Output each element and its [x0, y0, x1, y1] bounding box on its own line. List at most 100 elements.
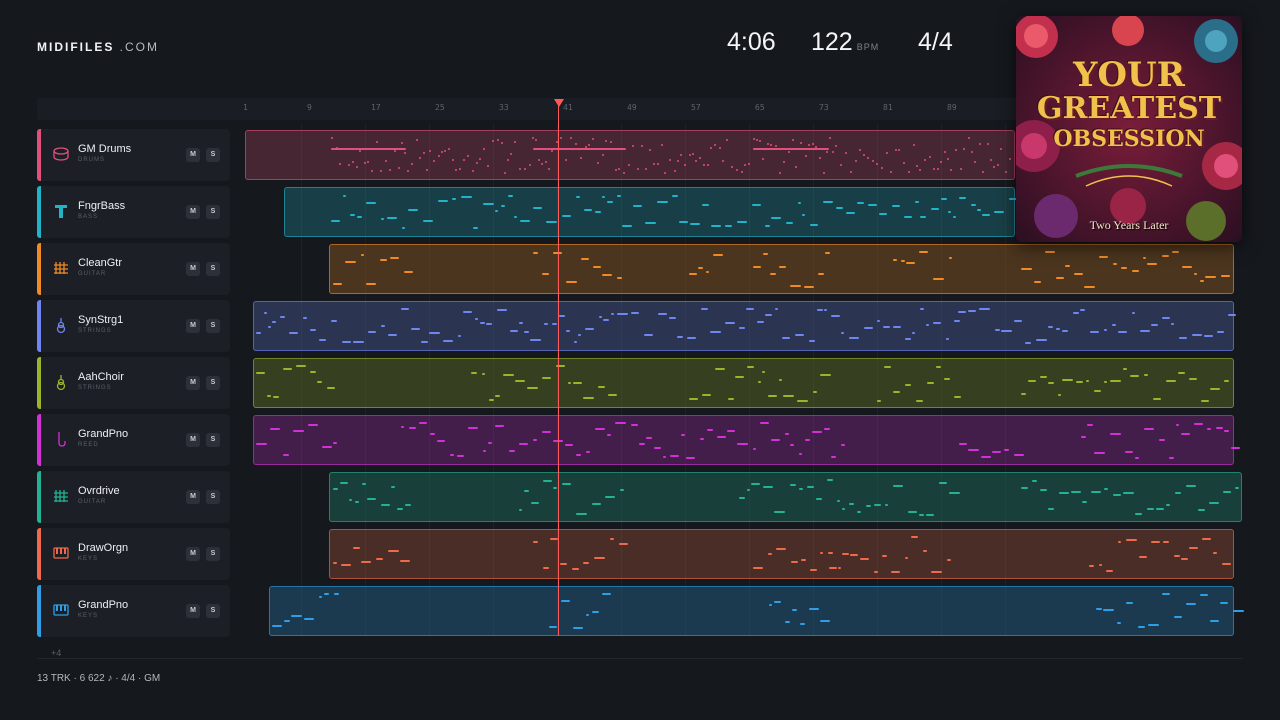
midi-note — [597, 162, 599, 164]
midi-note — [450, 454, 454, 456]
track-header-3[interactable]: CleanGtr GUITAR M S — [37, 243, 230, 295]
midi-note — [949, 257, 952, 259]
midi-note — [1001, 330, 1012, 332]
midi-note — [611, 313, 614, 315]
mute-button[interactable]: M — [186, 205, 200, 219]
playhead-marker[interactable] — [554, 99, 564, 107]
midi-note — [501, 142, 503, 144]
track-region-1[interactable] — [245, 130, 1015, 180]
track-region-9[interactable] — [269, 586, 1244, 636]
midi-note — [790, 484, 796, 486]
track-header-1[interactable]: GM Drums DRUMS M S — [37, 129, 230, 181]
playhead[interactable] — [558, 104, 559, 636]
midi-note — [1231, 447, 1240, 449]
mute-button[interactable]: M — [186, 262, 200, 276]
solo-button[interactable]: S — [206, 262, 220, 276]
album-title-line2: GREATEST — [1036, 91, 1222, 126]
midi-note — [1123, 492, 1134, 494]
track-region-5[interactable] — [253, 358, 1234, 408]
midi-note — [770, 144, 772, 146]
midi-note — [619, 543, 628, 545]
midi-note — [256, 443, 267, 445]
solo-button[interactable]: S — [206, 433, 220, 447]
midi-note — [350, 214, 355, 216]
midi-note — [923, 550, 927, 552]
midi-note — [863, 154, 865, 156]
midi-note — [792, 139, 794, 141]
midi-note — [901, 260, 905, 262]
solo-button[interactable]: S — [206, 604, 220, 618]
midi-note — [322, 446, 332, 448]
midi-note — [458, 335, 461, 337]
midi-note — [459, 168, 461, 170]
midi-note — [908, 171, 910, 173]
midi-note — [775, 308, 778, 310]
midi-note — [486, 323, 492, 325]
midi-note — [905, 384, 911, 386]
midi-note — [331, 137, 333, 139]
midi-note — [1151, 324, 1158, 326]
midi-note — [580, 157, 582, 159]
track-region-4[interactable] — [253, 301, 1236, 351]
midi-note — [508, 195, 513, 197]
midi-note — [846, 212, 855, 214]
solo-button[interactable]: S — [206, 148, 220, 162]
bar-number-9: 9 — [307, 103, 312, 112]
midi-note — [916, 400, 923, 402]
mute-button[interactable]: M — [186, 547, 200, 561]
solo-button[interactable]: S — [206, 205, 220, 219]
bar-ruler[interactable]: 1 9 17 25 33 41 49 57 65 73 81 89 — [37, 98, 1022, 120]
mute-button[interactable]: M — [186, 490, 200, 504]
track-region-7[interactable] — [329, 472, 1242, 522]
mute-button[interactable]: M — [186, 319, 200, 333]
track-header-4[interactable]: SynStrg1 STRINGS M S — [37, 300, 230, 352]
more-tracks-indicator[interactable]: +4 — [51, 648, 61, 658]
midi-note — [637, 168, 639, 170]
midi-note — [576, 454, 581, 456]
track-color-bar — [37, 357, 41, 409]
midi-note — [792, 609, 797, 611]
bar-number-33: 33 — [499, 103, 509, 112]
solo-button[interactable]: S — [206, 490, 220, 504]
midi-note — [576, 513, 587, 515]
midi-note — [1216, 427, 1223, 429]
solo-button[interactable]: S — [206, 376, 220, 390]
midi-note — [448, 148, 450, 150]
mute-button[interactable]: M — [186, 433, 200, 447]
midi-note — [324, 593, 329, 595]
track-header-8[interactable]: DrawOrgn KEYS M S — [37, 528, 230, 580]
midi-note — [804, 286, 814, 288]
midi-note — [805, 155, 807, 157]
midi-note — [1094, 390, 1101, 392]
midi-note — [586, 614, 589, 616]
track-header-9[interactable]: GrandPno KEYS M S — [37, 585, 230, 637]
midi-note — [958, 311, 966, 313]
track-header-2[interactable]: FngrBass BASS M S — [37, 186, 230, 238]
track-region-6[interactable] — [253, 415, 1240, 465]
midi-note — [1151, 541, 1160, 543]
midi-note — [714, 144, 716, 146]
midi-note — [519, 443, 528, 445]
midi-note — [711, 225, 721, 227]
midi-note — [933, 168, 935, 170]
track-region-8[interactable] — [329, 529, 1234, 579]
midi-note — [361, 561, 371, 563]
track-region-2[interactable] — [284, 187, 1018, 237]
mute-button[interactable]: M — [186, 376, 200, 390]
midi-note — [256, 332, 261, 334]
mute-button[interactable]: M — [186, 604, 200, 618]
track-header-7[interactable]: Ovrdrive GUITAR M S — [37, 471, 230, 523]
track-header-6[interactable]: GrandPno REED M S — [37, 414, 230, 466]
midi-note — [713, 254, 723, 256]
midi-note — [960, 168, 962, 170]
solo-button[interactable]: S — [206, 547, 220, 561]
track-region-3[interactable] — [329, 244, 1234, 294]
solo-button[interactable]: S — [206, 319, 220, 333]
midi-note — [699, 157, 701, 159]
midi-note — [757, 321, 764, 323]
track-header-5[interactable]: AahChoir STRINGS M S — [37, 357, 230, 409]
track-color-bar — [37, 528, 41, 580]
midi-note — [924, 159, 926, 161]
midi-note — [583, 397, 594, 399]
mute-button[interactable]: M — [186, 148, 200, 162]
